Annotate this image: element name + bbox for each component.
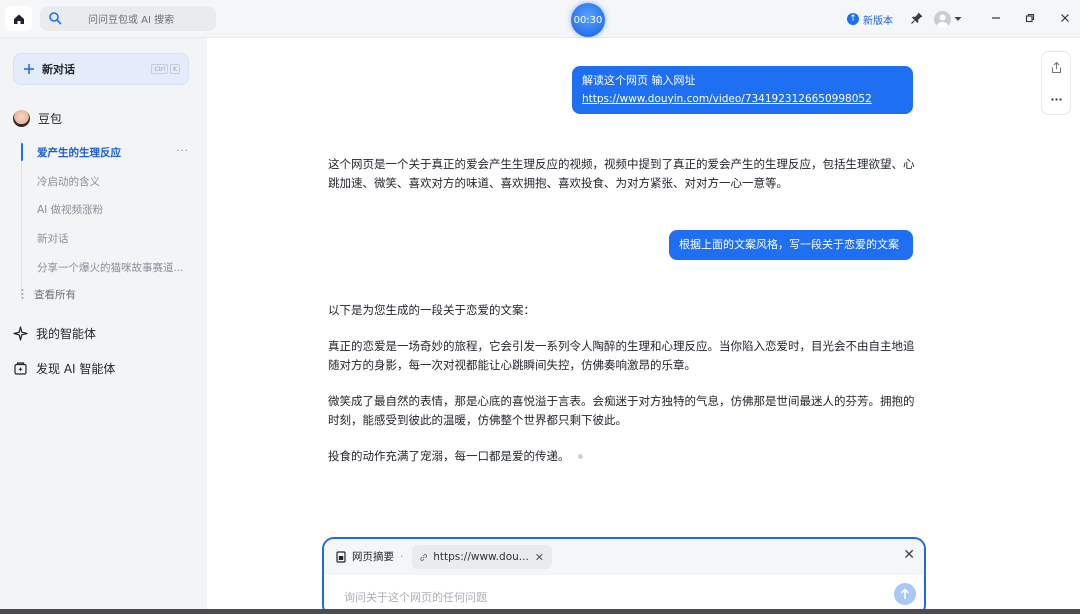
- more-options-icon[interactable]: [1050, 93, 1063, 106]
- web-summary-chip[interactable]: 网页摘要 ·: [336, 549, 403, 564]
- view-all-label: 查看所有: [34, 288, 76, 301]
- search-icon: [49, 12, 62, 25]
- sparkle-icon: [13, 325, 28, 341]
- assistant-paragraph: 投食的动作充满了宠溺，每一口都是爱的传递。: [328, 447, 918, 466]
- minimize-icon: [992, 17, 1000, 19]
- conversation-title: 新对话: [37, 232, 69, 245]
- chat-area: 解读这个网页 输入网址 https://www.douyin.com/video…: [207, 38, 1080, 614]
- chat-input-box[interactable]: 网页摘要 · https://www.dou... ✕ ✕ 询问关于这个网页的任…: [322, 537, 926, 614]
- new-chat-shortcut: Ctrl K: [151, 64, 180, 74]
- assistant-paragraph: 真正的恋爱是一场奇妙的旅程，它会引发一系列令人陶醉的生理和心理反应。当你陷入恋爱…: [328, 339, 915, 372]
- plus-icon: [24, 64, 34, 74]
- web-summary-label: 网页摘要: [352, 551, 394, 563]
- input-context-bar: 网页摘要 · https://www.dou... ✕ ✕: [324, 539, 924, 575]
- caret-down-icon: [954, 17, 962, 21]
- search-placeholder: 问问豆包或 AI 搜索: [88, 15, 175, 26]
- close-icon: [1061, 14, 1069, 22]
- timer-badge[interactable]: 00:30: [571, 3, 605, 37]
- new-version-label: 新版本: [863, 15, 893, 27]
- separator-dot: ·: [400, 550, 404, 563]
- remove-link-icon[interactable]: ✕: [535, 551, 544, 564]
- my-agents-item[interactable]: 我的智能体: [13, 323, 96, 343]
- more-icon[interactable]: ···: [176, 145, 189, 157]
- shortcut-key: Ctrl: [151, 64, 169, 74]
- conversation-item[interactable]: AI 做视频涨粉: [21, 195, 201, 224]
- link-icon: [420, 553, 427, 561]
- bot-doubao[interactable]: 豆包: [13, 108, 62, 128]
- new-chat-button[interactable]: 新对话 Ctrl K: [13, 53, 189, 85]
- user-message-text: 解读这个网页 输入网址: [582, 74, 696, 87]
- user-message: 根据上面的文案风格，写一段关于恋爱的文案: [669, 230, 913, 260]
- typing-indicator: [577, 454, 583, 459]
- view-all-button[interactable]: 查看所有: [21, 284, 76, 304]
- conversation-item[interactable]: 分享一个爆火的猫咪故事赛道...: [21, 253, 201, 282]
- send-button[interactable]: [894, 583, 916, 605]
- assistant-paragraph: 以下是为您生成的一段关于恋爱的文案：: [328, 303, 535, 317]
- restore-button[interactable]: [1022, 10, 1038, 26]
- chat-input-placeholder[interactable]: 询问关于这个网页的任何问题: [344, 589, 487, 605]
- document-icon: [336, 550, 346, 563]
- shortcut-key: K: [170, 64, 180, 74]
- user-icon: [937, 14, 948, 28]
- user-avatar: [934, 10, 951, 28]
- home-icon: [13, 14, 24, 24]
- assistant-message: 这个网页是一个关于真正的爱会产生生理反应的视频，视频中提到了真正的爱会产生的生理…: [328, 155, 918, 193]
- user-message-text: 根据上面的文案风格，写一段关于恋爱的文案: [679, 238, 899, 251]
- conversation-title: AI 做视频涨粉: [37, 204, 104, 217]
- pin-icon[interactable]: [910, 11, 924, 25]
- top-bar: 问问豆包或 AI 搜索 00:30 ↑ 新版本: [0, 0, 1080, 38]
- conversation-item[interactable]: 新对话: [21, 224, 201, 253]
- conversation-title: 爱产生的生理反应: [37, 146, 121, 159]
- vertical-dots-icon: [21, 289, 24, 299]
- discover-agents-item[interactable]: 发现 AI 智能体: [13, 358, 115, 378]
- assistant-paragraph: 微笑成了最自然的表情，那是心底的喜悦溢于言表。会痴迷于对方独特的气息，仿佛那是世…: [328, 394, 915, 427]
- user-message-link[interactable]: https://www.douyin.com/video/73419231266…: [582, 93, 872, 105]
- arrow-up-icon: ↑: [847, 13, 859, 25]
- restore-icon: [1025, 13, 1035, 23]
- user-avatar-menu[interactable]: [934, 9, 964, 29]
- bot-name: 豆包: [38, 111, 63, 126]
- close-context-icon[interactable]: ✕: [903, 547, 915, 563]
- link-chip-text: https://www.dou...: [433, 551, 529, 563]
- user-message: 解读这个网页 输入网址 https://www.douyin.com/video…: [572, 66, 913, 114]
- assistant-paragraph: 这个网页是一个关于真正的爱会产生生理反应的视频，视频中提到了真正的爱会产生的生理…: [328, 157, 915, 190]
- bot-avatar: [13, 109, 30, 127]
- home-button[interactable]: [5, 6, 32, 31]
- link-chip[interactable]: https://www.dou... ✕: [412, 545, 552, 569]
- discover-icon: [14, 361, 27, 375]
- conversation-item[interactable]: 爱产生的生理反应 ···: [21, 138, 201, 167]
- new-version-button[interactable]: ↑ 新版本: [847, 11, 893, 27]
- share-icon[interactable]: [1050, 61, 1063, 74]
- my-agents-label: 我的智能体: [36, 326, 97, 341]
- assistant-message: 以下是为您生成的一段关于恋爱的文案： 真正的恋爱是一场奇妙的旅程，它会引发一系列…: [328, 301, 918, 466]
- close-window-button[interactable]: [1057, 10, 1073, 26]
- search-bar[interactable]: 问问豆包或 AI 搜索: [40, 6, 216, 31]
- minimize-button[interactable]: [988, 10, 1004, 26]
- conversation-item[interactable]: 冷启动的含义: [21, 167, 201, 196]
- chat-toolbar: [1041, 51, 1071, 115]
- arrow-up-icon: [900, 588, 910, 599]
- discover-agents-label: 发现 AI 智能体: [36, 361, 116, 376]
- assistant-paragraph-text: 投食的动作充满了宠溺，每一口都是爱的传递。: [328, 449, 570, 463]
- sidebar: 新对话 Ctrl K 豆包 爱产生的生理反应 ··· 冷启动的含义 AI 做视频…: [0, 38, 207, 614]
- conversation-title: 冷启动的含义: [37, 175, 100, 188]
- new-chat-label: 新对话: [42, 63, 75, 76]
- conversation-title: 分享一个爆火的猫咪故事赛道...: [37, 261, 184, 274]
- conversation-list: 爱产生的生理反应 ··· 冷启动的含义 AI 做视频涨粉 新对话 分享一个爆火的…: [21, 138, 201, 281]
- bottom-edge: [0, 609, 1080, 614]
